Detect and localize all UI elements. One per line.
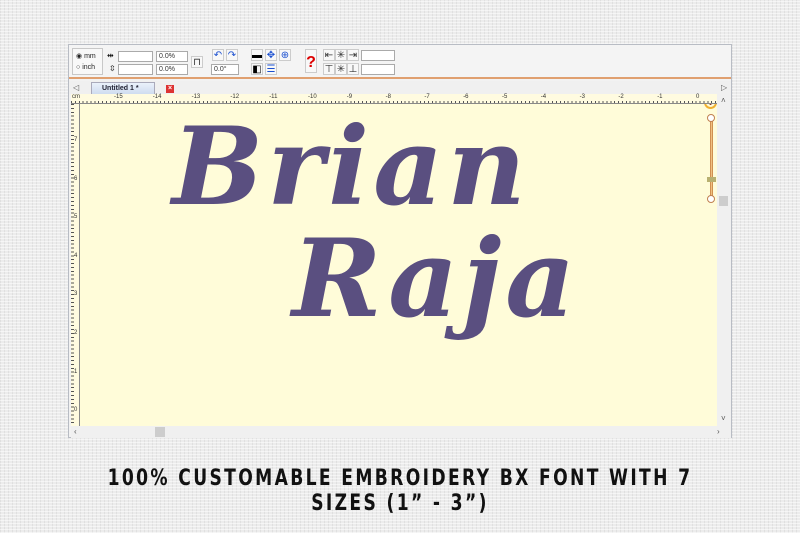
align-bottom-icon[interactable]: ⊥ <box>347 63 359 75</box>
align-right-icon[interactable]: ⇥ <box>347 49 359 61</box>
width-input[interactable] <box>118 51 153 62</box>
ruler-tick-label: -6 <box>463 94 469 100</box>
document-tabs: ◁ Untitled 1 * × ▷ <box>69 81 731 94</box>
height-input[interactable] <box>118 64 153 75</box>
ruler-tick-label: 0 <box>74 407 78 414</box>
help-icon[interactable]: ? <box>305 49 317 73</box>
ruler-tick-label: -14 <box>152 94 162 100</box>
height-percent-input[interactable]: 0.0% <box>156 64 188 75</box>
vertical-scroll-thumb[interactable] <box>719 196 728 206</box>
width-icon: ⇹ <box>107 51 114 60</box>
zoom-slider[interactable] <box>707 118 716 198</box>
rotation-input[interactable]: 0.0° <box>211 64 239 75</box>
align-top-edge-icon[interactable]: ⊤ <box>323 63 335 75</box>
promo-caption: 100% CUSTOMABLE EMBROIDERY BX FONT WITH … <box>107 466 693 516</box>
ruler-tick-label: -8 <box>385 94 391 100</box>
ruler-tick-label: -2 <box>618 94 624 100</box>
spacing-input-2[interactable] <box>361 64 395 75</box>
scroll-right-icon[interactable]: › <box>717 427 720 436</box>
zoom-slider-handle[interactable] <box>707 177 716 182</box>
ruler-tick-label: -11 <box>269 94 278 100</box>
ruler-tick-label: 1 <box>74 368 78 375</box>
align-center-h-icon[interactable]: ✳ <box>335 49 347 61</box>
align-top-icon[interactable]: ▬ <box>251 49 263 61</box>
distribute-icon[interactable]: ☰ <box>265 63 277 75</box>
unit-inch-radio[interactable]: ○ inch <box>76 62 99 73</box>
width-percent-input[interactable]: 0.0% <box>156 51 188 62</box>
tab-scroll-right-icon[interactable]: ▷ <box>721 83 727 92</box>
scroll-down-icon[interactable]: ˅ <box>721 414 726 423</box>
embroidery-editor-window: ◉ mm ○ inch ⇹ ⇳ 0.0% 0.0% ⊓ ↶ ↷ 0.0° ▬ ✥… <box>68 44 732 438</box>
ruler-tick-label: -3 <box>579 94 585 100</box>
design-text-line1[interactable]: Brian <box>172 104 530 230</box>
ruler-tick-label: 0 <box>696 94 700 100</box>
ruler-tick-label: -10 <box>308 94 317 100</box>
ruler-tick-label: -15 <box>114 94 123 100</box>
scroll-left-icon[interactable]: ‹ <box>74 427 77 436</box>
ruler-tick-label: -7 <box>424 94 430 100</box>
height-icon: ⇳ <box>109 64 116 73</box>
spacing-input-1[interactable] <box>361 50 395 61</box>
unit-inch-label: inch <box>82 64 96 71</box>
align-center-v-icon[interactable]: ✳ <box>335 63 347 75</box>
design-text-line2[interactable]: Raja <box>292 216 579 342</box>
rotate-right-icon[interactable]: ↷ <box>226 49 238 61</box>
vertical-scrollbar[interactable]: ˄ ˅ <box>717 94 731 426</box>
ruler-tick-label: 7 <box>74 137 78 143</box>
ruler-tick-label: -12 <box>230 94 240 100</box>
center-icon[interactable]: ✥ <box>265 49 277 61</box>
toolbar: ◉ mm ○ inch ⇹ ⇳ 0.0% 0.0% ⊓ ↶ ↷ 0.0° ▬ ✥… <box>69 45 731 79</box>
horizontal-scrollbar[interactable]: ‹ › <box>71 426 731 438</box>
ruler-tick-label: 3 <box>74 291 78 298</box>
ruler-tick-label: -9 <box>346 94 353 100</box>
horizontal-scroll-thumb[interactable] <box>155 427 165 437</box>
ruler-tick-label: -5 <box>502 94 508 100</box>
compass-icon[interactable]: ✚ <box>704 104 717 109</box>
unit-selector: ◉ mm ○ inch <box>72 48 103 75</box>
zoom-out-icon[interactable] <box>707 195 715 203</box>
ruler-tick-label: 4 <box>74 252 78 259</box>
ruler-tick-label: 5 <box>74 214 78 221</box>
scroll-up-icon[interactable]: ˄ <box>721 96 726 105</box>
fit-icon[interactable]: ⊕ <box>279 49 291 61</box>
unit-mm-radio[interactable]: ◉ mm <box>76 51 99 62</box>
lock-ratio-icon[interactable]: ⊓ <box>191 56 203 68</box>
ruler-tick-label: -13 <box>191 94 201 100</box>
horizontal-ruler: cm -15 -14 -13 -12 -11 -10 -9 -8 -7 -6 -5 -4 -3 -2 -1 0 <box>71 94 717 104</box>
ruler-tick-label: 6 <box>74 175 78 182</box>
zoom-in-icon[interactable] <box>707 114 715 122</box>
design-canvas[interactable]: Brian Raja ✚ <box>80 104 717 426</box>
ruler-tick-label: -4 <box>540 94 547 100</box>
tab-label: Untitled 1 * <box>102 85 139 92</box>
align-left-icon[interactable]: ⇤ <box>323 49 335 61</box>
ruler-tick-label: -1 <box>657 94 663 100</box>
tab-untitled-1[interactable]: Untitled 1 * × <box>91 82 174 94</box>
ruler-unit-label: cm <box>72 94 80 100</box>
vertical-ruler: 7 6 5 4 3 2 1 0 <box>71 104 80 426</box>
close-tab-icon[interactable]: × <box>166 85 174 93</box>
ruler-tick-label: 2 <box>74 330 78 336</box>
tab-scroll-left-icon[interactable]: ◁ <box>73 83 79 92</box>
fill-icon[interactable]: ◧ <box>251 63 263 75</box>
unit-mm-label: mm <box>84 53 96 60</box>
rotate-left-icon[interactable]: ↶ <box>212 49 224 61</box>
